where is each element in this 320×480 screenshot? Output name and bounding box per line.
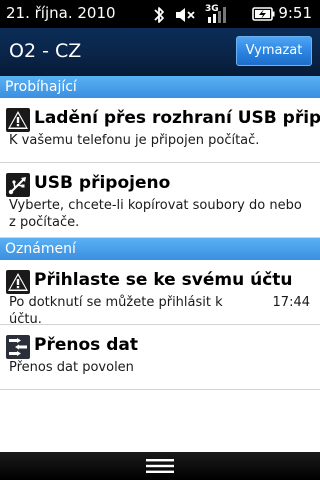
usb-icon	[6, 173, 30, 197]
mute-icon	[176, 8, 195, 22]
notification-header: O2 - CZ Vymazat	[0, 28, 320, 76]
notification-panel: 21. října. 2010 3G 9:51 O2 - CZ Vymazat …	[0, 0, 320, 480]
3g-signal-icon: 3G	[205, 4, 226, 23]
notification-title: USB připojeno	[34, 173, 171, 193]
notification-title: Přihlaste se ke svému účtu	[34, 270, 293, 290]
warning-icon	[6, 270, 30, 294]
clear-button[interactable]: Vymazat	[236, 36, 312, 66]
notification-item-usb-debugging[interactable]: Ladění přes rozhraní USB připojeno K vaš…	[0, 98, 320, 163]
data-transfer-icon	[6, 335, 30, 359]
empty-area	[0, 390, 320, 452]
bluetooth-icon	[154, 7, 164, 23]
section-header-ongoing: Probíhající	[0, 76, 320, 98]
notification-item-data-transfer[interactable]: Přenos dat Přenos dat povolen	[0, 325, 320, 390]
network-label: 3G	[205, 4, 219, 14]
warning-icon	[6, 108, 30, 132]
section-header-notifications: Oznámení	[0, 238, 320, 260]
notification-text: Po dotknutí se můžete přihlásit k účtu.	[9, 295, 223, 325]
carrier-title: O2 - CZ	[9, 40, 82, 62]
notification-text: Vyberte, chcete-li kopírovat soubory do …	[9, 198, 302, 230]
notification-item-account-signin[interactable]: Přihlaste se ke svému účtu Po dotknutí s…	[0, 260, 320, 325]
status-time: 9:51	[278, 4, 312, 22]
close-handle[interactable]	[0, 452, 320, 480]
drag-handle-icon	[146, 459, 174, 473]
battery-charging-icon	[252, 7, 275, 21]
status-date: 21. října. 2010	[6, 4, 116, 22]
notification-time: 17:44	[272, 295, 310, 310]
notification-text: K vašemu telefonu je připojen počítač.	[9, 133, 260, 148]
notification-title: Přenos dat	[34, 335, 138, 355]
notification-title: Ladění přes rozhraní USB připojeno	[34, 108, 320, 128]
notification-item-usb-connected[interactable]: USB připojeno Vyberte, chcete-li kopírov…	[0, 163, 320, 238]
notification-text: Přenos dat povolen	[9, 360, 134, 375]
status-bar: 21. října. 2010 3G 9:51	[0, 0, 320, 28]
